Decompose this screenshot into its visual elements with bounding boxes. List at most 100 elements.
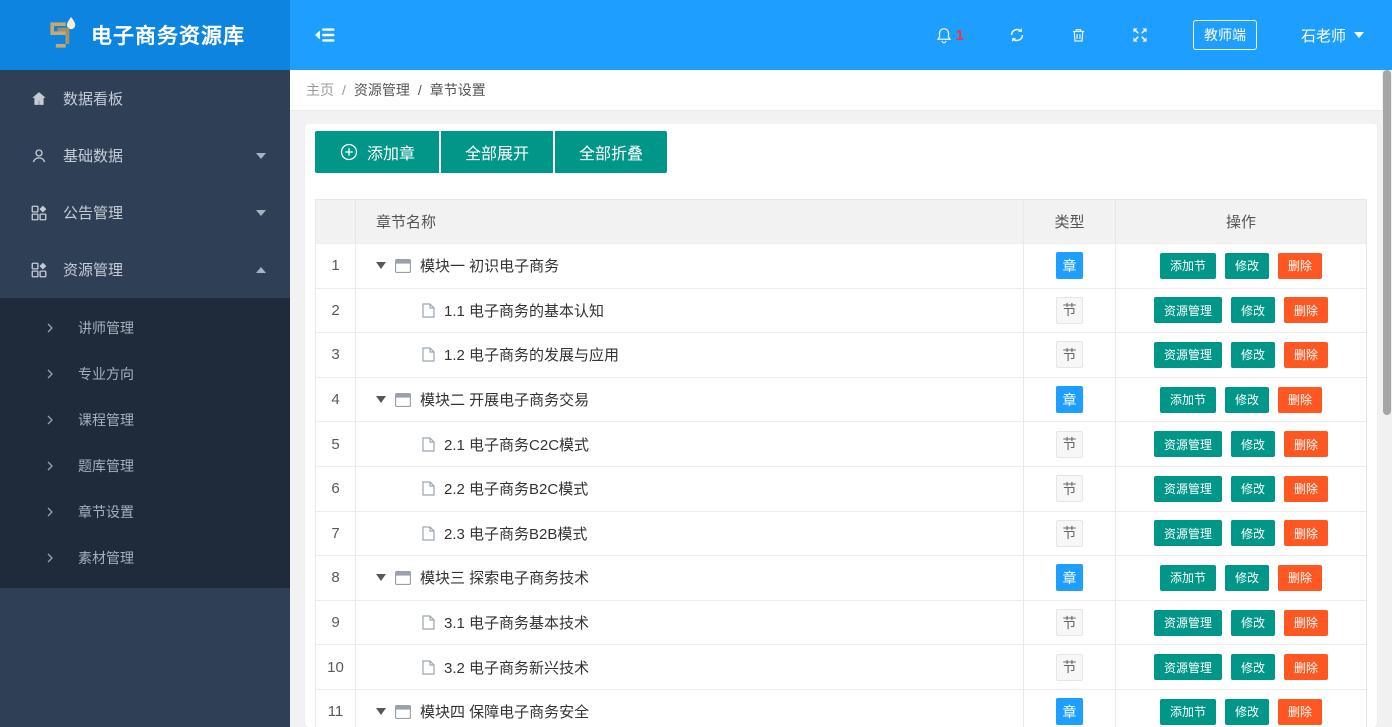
- sidebar-submenu-resources: 讲师管理 专业方向 课程管理 题库管理 章节设置 素材管理: [0, 298, 290, 588]
- sidebar-item-dashboard[interactable]: 数据看板: [0, 70, 290, 127]
- edit-button[interactable]: 修改: [1230, 520, 1275, 547]
- sidebar-subitem[interactable]: 章节设置: [0, 489, 290, 535]
- sidebar-subitem[interactable]: 课程管理: [0, 397, 290, 443]
- sidebar-subitem[interactable]: 专业方向: [0, 351, 290, 397]
- trash-icon[interactable]: [1070, 26, 1087, 44]
- edit-button[interactable]: 修改: [1230, 609, 1275, 636]
- chapter-name-cell: 3.2 电子商务新兴技术: [356, 645, 1024, 689]
- chapter-type-badge: 章: [1056, 252, 1083, 280]
- breadcrumb: 主页 / 资源管理 / 章节设置: [290, 70, 1392, 111]
- table-row: 6 2.2 电子商务B2C模式 节 资源管理 修改 删除: [316, 465, 1366, 511]
- scrollbar-thumb[interactable]: [1383, 70, 1391, 415]
- resource-manage-button[interactable]: 资源管理: [1153, 609, 1222, 636]
- table-header-row: 章节名称 类型 操作: [316, 200, 1366, 243]
- sidebar-collapse-icon[interactable]: [314, 27, 335, 43]
- section-type-badge: 节: [1056, 341, 1083, 369]
- delete-button[interactable]: 删除: [1284, 341, 1329, 368]
- chapter-settings-card: 添加章 全部展开 全部折叠 章节名称 类型 操作 1 模块一 初识电子商务章添加节…: [305, 124, 1377, 727]
- app-logo: 电子商务资源库: [0, 0, 290, 70]
- type-cell: 节: [1024, 466, 1116, 511]
- sidebar-subitem[interactable]: 素材管理: [0, 535, 290, 581]
- top-header: 电子商务资源库 1 教师端 石老师: [0, 0, 1392, 70]
- add-section-button[interactable]: 添加节: [1159, 252, 1216, 279]
- edit-button[interactable]: 修改: [1224, 252, 1269, 279]
- chapter-name-text: 2.2 电子商务B2C模式: [444, 481, 589, 499]
- chapter-type-badge: 章: [1056, 564, 1083, 592]
- breadcrumb-page: 章节设置: [429, 82, 486, 98]
- chapter-window-icon: [395, 570, 411, 585]
- tree-collapse-icon[interactable]: [376, 396, 386, 404]
- edit-button[interactable]: 修改: [1224, 564, 1269, 591]
- edit-button[interactable]: 修改: [1230, 341, 1275, 368]
- add-chapter-button[interactable]: 添加章: [315, 131, 440, 173]
- type-cell: 节: [1024, 511, 1116, 556]
- edit-button[interactable]: 修改: [1230, 297, 1275, 324]
- breadcrumb-home-link[interactable]: 主页: [306, 80, 334, 100]
- chapter-name-cell: 3.1 电子商务基本技术: [356, 600, 1024, 645]
- delete-button[interactable]: 删除: [1284, 297, 1329, 324]
- edit-button[interactable]: 修改: [1224, 698, 1269, 725]
- operations-cell: 资源管理 修改 删除: [1116, 645, 1366, 689]
- chapter-name-text: 2.1 电子商务C2C模式: [444, 436, 590, 454]
- delete-button[interactable]: 删除: [1284, 654, 1329, 681]
- tree-collapse-icon[interactable]: [376, 574, 386, 582]
- operations-cell: 资源管理 修改 删除: [1116, 422, 1366, 466]
- resource-manage-button[interactable]: 资源管理: [1153, 475, 1222, 502]
- fullscreen-icon[interactable]: [1131, 26, 1149, 44]
- add-section-button[interactable]: 添加节: [1159, 564, 1216, 591]
- resource-manage-button[interactable]: 资源管理: [1153, 341, 1222, 368]
- notification-bell-icon[interactable]: 1: [935, 26, 964, 45]
- operations-cell: 添加节 修改 删除: [1116, 690, 1366, 727]
- delete-button[interactable]: 删除: [1284, 475, 1329, 502]
- edit-button[interactable]: 修改: [1230, 654, 1275, 681]
- resource-manage-button[interactable]: 资源管理: [1153, 654, 1222, 681]
- table-row: 1 模块一 初识电子商务 章 添加节 修改 删除: [316, 243, 1366, 288]
- table-body: 1 模块一 初识电子商务章添加节 修改 删除 2 1.1 电子商务的基本认知节资源管理 修改…: [316, 243, 1366, 727]
- role-badge[interactable]: 教师端: [1192, 20, 1257, 50]
- section-file-icon: [422, 526, 435, 541]
- expand-all-button[interactable]: 全部展开: [441, 131, 554, 173]
- edit-button[interactable]: 修改: [1224, 386, 1269, 413]
- sidebar-item-resources[interactable]: 资源管理: [0, 241, 290, 298]
- delete-button[interactable]: 删除: [1284, 609, 1329, 636]
- resource-manage-button[interactable]: 资源管理: [1153, 431, 1222, 458]
- sidebar-item-announcements[interactable]: 公告管理: [0, 184, 290, 241]
- add-section-button[interactable]: 添加节: [1159, 698, 1216, 725]
- app-title: 电子商务资源库: [91, 25, 245, 48]
- type-cell: 节: [1024, 288, 1116, 333]
- delete-button[interactable]: 删除: [1278, 252, 1323, 279]
- table-row: 5 2.1 电子商务C2C模式 节 资源管理 修改 删除: [316, 421, 1366, 466]
- table-row: 3 1.2 电子商务的发展与应用 节 资源管理 修改 删除: [316, 332, 1366, 377]
- section-type-badge: 节: [1056, 430, 1083, 458]
- delete-button[interactable]: 删除: [1284, 520, 1329, 547]
- chapter-name-cell: 1.1 电子商务的基本认知: [356, 288, 1024, 333]
- edit-button[interactable]: 修改: [1230, 475, 1275, 502]
- add-section-button[interactable]: 添加节: [1159, 386, 1216, 413]
- type-cell: 节: [1024, 422, 1116, 466]
- tree-collapse-icon[interactable]: [376, 262, 386, 270]
- chapter-type-badge: 章: [1056, 698, 1083, 726]
- refresh-icon[interactable]: [1008, 26, 1026, 44]
- edit-button[interactable]: 修改: [1230, 431, 1275, 458]
- breadcrumb-section: 资源管理: [353, 82, 410, 98]
- collapse-all-button[interactable]: 全部折叠: [555, 131, 668, 173]
- sidebar-subitem[interactable]: 讲师管理: [0, 305, 290, 351]
- chapter-window-icon: [395, 392, 411, 407]
- resource-manage-button[interactable]: 资源管理: [1153, 520, 1222, 547]
- delete-button[interactable]: 删除: [1278, 386, 1323, 413]
- table-row: 7 2.3 电子商务B2B模式 节 资源管理 修改 删除: [316, 510, 1366, 556]
- scrollbar-track[interactable]: [1382, 70, 1392, 727]
- section-type-badge: 节: [1056, 609, 1083, 637]
- delete-button[interactable]: 删除: [1284, 431, 1329, 458]
- section-file-icon: [422, 660, 435, 675]
- delete-button[interactable]: 删除: [1278, 564, 1323, 591]
- type-cell: 节: [1024, 600, 1116, 645]
- user-menu[interactable]: 石老师: [1301, 25, 1364, 46]
- operations-cell: 添加节 修改 删除: [1116, 244, 1366, 288]
- sidebar-subitem[interactable]: 题库管理: [0, 443, 290, 489]
- logo-icon: [45, 15, 81, 55]
- delete-button[interactable]: 删除: [1278, 698, 1323, 725]
- resource-manage-button[interactable]: 资源管理: [1153, 297, 1222, 324]
- tree-collapse-icon[interactable]: [376, 708, 386, 716]
- sidebar-item-basic-data[interactable]: 基础数据: [0, 127, 290, 184]
